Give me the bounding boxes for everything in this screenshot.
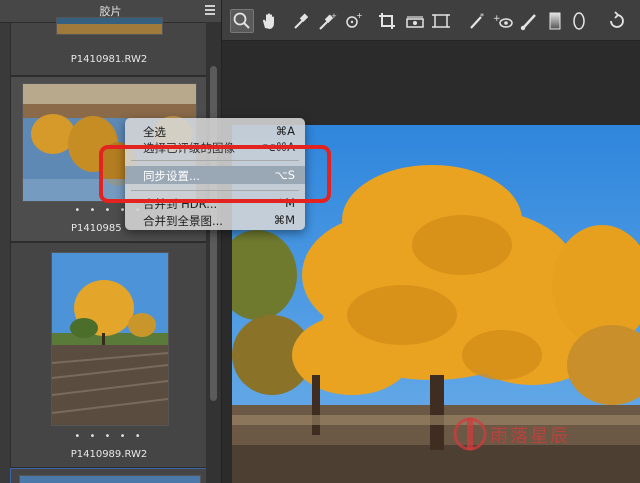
svg-text:+: + xyxy=(356,11,363,20)
toolbar: + + * + xyxy=(222,0,640,41)
svg-text:*: * xyxy=(480,12,484,21)
graduated-filter-icon[interactable] xyxy=(544,10,566,32)
menu-item-shortcut: ⌘M xyxy=(273,213,295,227)
watermark-logo-icon xyxy=(453,417,487,451)
filmstrip-item[interactable] xyxy=(10,468,208,483)
filmstrip-panel: 胶片 P1410981.RW2 • • • • • P1410985 • • •… xyxy=(0,0,222,483)
filmstrip-item[interactable]: • • • • • P1410989.RW2 xyxy=(10,242,208,468)
filmstrip-thumbnail xyxy=(56,17,163,35)
adjustment-brush-icon[interactable] xyxy=(518,10,540,32)
rating-dots[interactable]: • • • • • xyxy=(11,431,207,442)
menu-item-merge-panorama[interactable]: 合并到全景图... ⌘M xyxy=(125,211,305,229)
spot-removal-icon[interactable]: * xyxy=(466,10,488,32)
filmstrip-thumbnail xyxy=(19,475,201,483)
filmstrip-item[interactable]: P1410981.RW2 xyxy=(10,17,208,76)
crop-icon[interactable] xyxy=(376,10,398,32)
filmstrip-thumbnail xyxy=(51,252,169,426)
menu-item-shortcut: ⌘A xyxy=(275,124,295,138)
transform-icon[interactable] xyxy=(430,10,452,32)
zoom-icon[interactable] xyxy=(230,9,254,33)
filmstrip-menu-icon[interactable] xyxy=(205,5,215,15)
annotation-highlight-box xyxy=(99,145,331,203)
menu-item-label: 合并到全景图... xyxy=(143,214,223,228)
watermark: 雨落星辰 xyxy=(452,412,602,456)
rotate-icon[interactable] xyxy=(606,10,628,32)
white-balance-icon[interactable] xyxy=(290,10,312,32)
filmstrip-item-name: P1410989.RW2 xyxy=(70,449,148,460)
filmstrip-scrollbar[interactable] xyxy=(206,22,221,483)
red-eye-icon[interactable]: + xyxy=(492,10,514,32)
target-adjust-icon[interactable]: + xyxy=(342,10,364,32)
hand-icon[interactable] xyxy=(258,10,280,32)
straighten-icon[interactable] xyxy=(404,10,426,32)
watermark-text: 雨落星辰 xyxy=(490,426,570,447)
color-sampler-icon[interactable]: + xyxy=(316,10,338,32)
radial-filter-icon[interactable] xyxy=(568,10,590,32)
filmstrip-scroll-thumb[interactable] xyxy=(210,66,217,401)
filmstrip-item-name: P1410981.RW2 xyxy=(70,54,148,65)
svg-text:+: + xyxy=(331,12,337,20)
